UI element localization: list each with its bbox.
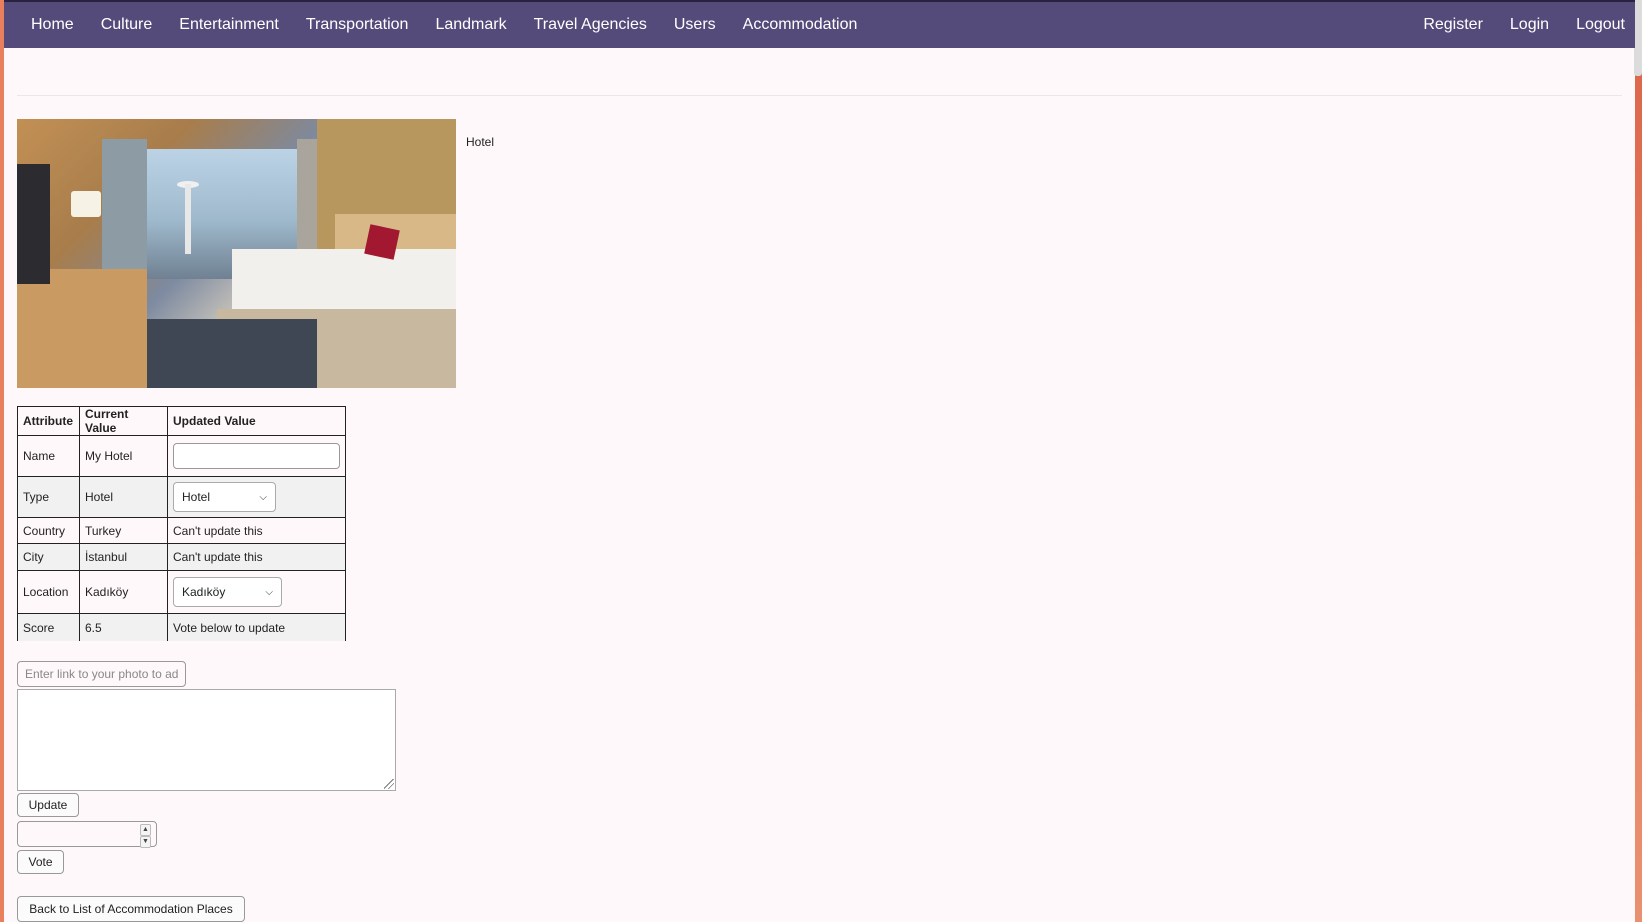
place-type-caption: Hotel	[466, 135, 495, 149]
header-updated-value: Updated Value	[167, 406, 346, 436]
nav-travel-agencies[interactable]: Travel Agencies	[520, 2, 660, 48]
nav-landmark[interactable]: Landmark	[422, 2, 520, 48]
nav-login[interactable]: Login	[1496, 2, 1562, 48]
comment-textarea[interactable]	[17, 689, 396, 791]
chevron-down-icon: ⌵	[265, 586, 273, 598]
attr-note: Can't update this	[167, 543, 346, 571]
top-navbar: Home Culture Entertainment Transportatio…	[4, 0, 1635, 48]
nav-entertainment[interactable]: Entertainment	[166, 2, 293, 48]
location-select[interactable]: Kadıköy ⌵	[173, 577, 282, 607]
nav-right-group: Register Login Logout	[1410, 2, 1635, 48]
location-select-value: Kadıköy	[182, 585, 226, 599]
attr-label: Score	[17, 613, 80, 641]
type-select[interactable]: Hotel ⌵	[173, 482, 276, 512]
attr-current: Kadıköy	[79, 570, 168, 614]
type-select-value: Hotel	[182, 490, 211, 504]
attr-current: My Hotel	[79, 435, 168, 477]
photo-link-input[interactable]: Enter link to your photo to ad	[17, 661, 186, 687]
page-edge	[1635, 0, 1642, 922]
attr-note: Vote below to update	[167, 613, 346, 641]
nav-register[interactable]: Register	[1410, 2, 1497, 48]
header-attribute: Attribute	[17, 406, 80, 436]
attr-current: 6.5	[79, 613, 168, 641]
nav-transportation[interactable]: Transportation	[292, 2, 422, 48]
nav-culture[interactable]: Culture	[87, 2, 166, 48]
table-row: Type Hotel Hotel ⌵	[17, 476, 346, 518]
update-button[interactable]: Update	[17, 793, 79, 817]
nav-logout[interactable]: Logout	[1563, 2, 1635, 48]
vote-button[interactable]: Vote	[17, 850, 64, 874]
header-current-value: Current Value	[79, 406, 168, 436]
scrollbar-thumb[interactable]	[1634, 0, 1642, 76]
chevron-up-icon[interactable]: ▲	[140, 824, 151, 836]
attr-current: İstanbul	[79, 543, 168, 571]
attr-label: Country	[17, 517, 80, 544]
vote-score-input[interactable]: ▲ ▼	[17, 821, 157, 848]
table-row: Country Turkey Can't update this	[17, 517, 346, 544]
attributes-table: Attribute Current Value Updated Value Na…	[17, 406, 346, 641]
nav-users[interactable]: Users	[660, 2, 729, 48]
attr-label: Location	[17, 570, 80, 614]
table-row: City İstanbul Can't update this	[17, 543, 346, 571]
resize-grip-icon[interactable]	[384, 779, 394, 789]
attr-current: Hotel	[79, 476, 168, 518]
spin-buttons[interactable]: ▲ ▼	[140, 824, 151, 848]
table-header-row: Attribute Current Value Updated Value	[17, 406, 346, 436]
nav-accommodation[interactable]: Accommodation	[729, 2, 871, 48]
nav-left-group: Home Culture Entertainment Transportatio…	[4, 2, 871, 48]
table-row: Location Kadıköy Kadıköy ⌵	[17, 570, 346, 614]
attr-note: Can't update this	[167, 517, 346, 544]
attr-label: Type	[17, 476, 80, 518]
chevron-down-icon[interactable]: ▼	[140, 836, 151, 848]
name-input[interactable]	[173, 443, 340, 469]
divider	[17, 95, 1622, 96]
attr-label: City	[17, 543, 80, 571]
hotel-photo	[17, 119, 456, 388]
table-row: Name My Hotel	[17, 435, 346, 477]
table-row: Score 6.5 Vote below to update	[17, 613, 346, 641]
nav-home[interactable]: Home	[4, 2, 87, 48]
attr-label: Name	[17, 435, 80, 477]
back-to-list-button[interactable]: Back to List of Accommodation Places	[17, 896, 245, 922]
chevron-down-icon: ⌵	[259, 491, 267, 503]
attr-current: Turkey	[79, 517, 168, 544]
